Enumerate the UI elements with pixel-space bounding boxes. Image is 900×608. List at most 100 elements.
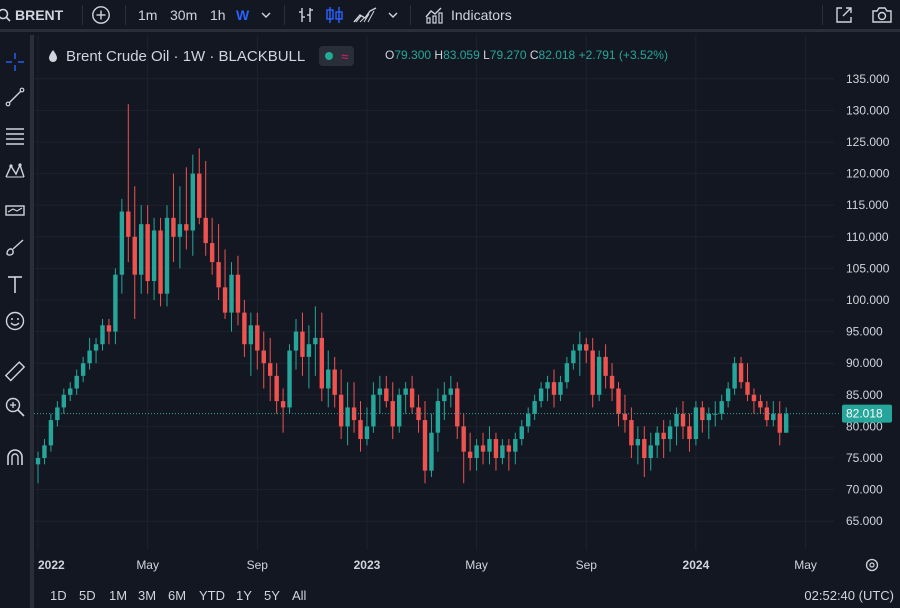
candle-down [480, 432, 486, 465]
range-6m-button[interactable]: 6M [168, 588, 186, 603]
forecast-tool[interactable] [0, 195, 30, 225]
interval-dropdown[interactable] [261, 0, 271, 30]
candle-body [268, 363, 273, 376]
candle-up [596, 350, 602, 402]
market-status-badge[interactable]: ≈ [319, 46, 355, 66]
range-ytd-button[interactable]: YTD [199, 588, 225, 603]
symbol-name: BRENT [15, 7, 64, 23]
candle-up [100, 318, 105, 351]
magnet-icon [7, 449, 23, 465]
candle-body [242, 312, 247, 345]
text-tool[interactable] [0, 269, 30, 299]
candle-body [326, 369, 331, 389]
price-chart[interactable]: 135.000 130.000 125.000 120.000 115.000 110.0… [34, 35, 900, 584]
fib-retracement-tool[interactable] [0, 120, 30, 150]
measure-tool[interactable] [0, 357, 30, 387]
indicators-button[interactable]: Indicators [424, 0, 512, 30]
magnet-tool[interactable] [0, 443, 30, 473]
candle-down [758, 394, 763, 414]
candle-down [409, 375, 415, 414]
range-5y-button[interactable]: 5Y [264, 588, 280, 603]
candle-body [61, 394, 66, 408]
candle-down [145, 205, 150, 294]
candle-body [403, 388, 408, 395]
range-5d-button[interactable]: 5D [79, 588, 96, 603]
chart-pane[interactable]: 135.000 130.000 125.000 120.000 115.000 110.0… [34, 35, 900, 608]
candle-body [158, 230, 163, 294]
range-1m-button[interactable]: 1M [109, 588, 127, 603]
candle-up [190, 154, 195, 256]
candle-up [519, 420, 524, 446]
price-scale[interactable]: 135.000 130.000 125.000 120.000 115.000 110.0… [846, 72, 890, 528]
interval-1h-button[interactable]: 1h [210, 0, 226, 30]
candle-up [377, 375, 383, 414]
chevron-down-icon [261, 12, 271, 18]
candle-down [603, 344, 608, 389]
emoji-tool[interactable] [0, 306, 30, 336]
candle-up [80, 356, 86, 383]
interval-1m-button[interactable]: 1m [138, 0, 157, 30]
utc-clock[interactable]: 02:52:40 (UTC) [804, 588, 894, 603]
candle-body [661, 432, 666, 440]
interval-30m-button[interactable]: 30m [170, 0, 197, 30]
candle-body [442, 394, 447, 402]
fullscreen-button[interactable] [834, 0, 854, 30]
candle-body [409, 388, 415, 408]
interval-w-button[interactable]: W [236, 0, 249, 30]
area-chart-icon [353, 7, 377, 23]
candle-body [777, 413, 782, 433]
toolbar-divider [284, 5, 285, 25]
symbol-search[interactable]: BRENT [0, 0, 80, 30]
candle-body [532, 401, 537, 414]
candle-down [338, 369, 344, 440]
candle-body [706, 413, 711, 421]
ohlc-values: O79.300 H83.059 L79.270 C82.018 +2.791 (… [385, 48, 668, 62]
candle-down [235, 255, 241, 326]
candle-down [584, 337, 589, 364]
compare-symbol-button[interactable] [90, 0, 112, 30]
price-tick-label: 65.000 [846, 514, 883, 528]
candle-body [119, 211, 125, 275]
candle-body [629, 420, 634, 446]
candle-up [397, 388, 402, 433]
range-1y-button[interactable]: 1Y [236, 588, 252, 603]
trading-app: BRENT 1m 30m 1h W Indicators 135.000 130… [0, 0, 900, 608]
candle-body [203, 217, 208, 244]
candle-down [319, 312, 324, 402]
candle-body [538, 388, 544, 402]
area-chart-type-button[interactable] [353, 0, 377, 30]
screenshot-button[interactable] [871, 0, 893, 30]
low-key: L [483, 48, 490, 62]
time-tick-label: May [465, 558, 488, 572]
range-all-button[interactable]: All [292, 588, 306, 603]
candle-body [126, 211, 131, 237]
time-scale[interactable]: 2022 May Sep 2023 May Sep 2024 May [38, 558, 879, 572]
chart-type-dropdown[interactable] [388, 0, 398, 30]
time-tick-label: May [794, 558, 817, 572]
candle-up [61, 388, 66, 414]
candle-body [319, 337, 324, 389]
candle-body [519, 426, 524, 440]
range-3m-button[interactable]: 3M [138, 588, 156, 603]
candle-down [268, 337, 273, 402]
candle-body [642, 439, 647, 458]
candle-up [435, 388, 441, 452]
candles-chart-type-button[interactable] [324, 0, 346, 30]
candle-body [771, 413, 776, 421]
bar-chart-type-button[interactable] [296, 0, 316, 30]
trend-line-tool[interactable] [0, 82, 30, 112]
zoom-tool[interactable] [0, 392, 30, 422]
pattern-tool[interactable] [0, 157, 30, 187]
candle-up [532, 394, 537, 421]
range-1d-button[interactable]: 1D [50, 588, 67, 603]
candle-up [306, 325, 312, 389]
candle-body [35, 458, 41, 465]
interval-label: 1m [138, 7, 158, 23]
crosshair-tool[interactable] [0, 47, 30, 77]
candle-up [248, 312, 254, 376]
market-open-dot [325, 52, 334, 60]
brush-tool[interactable] [0, 232, 30, 262]
candle-body [603, 356, 608, 376]
candle-body [655, 432, 660, 446]
settings-gear-icon[interactable] [865, 558, 879, 572]
